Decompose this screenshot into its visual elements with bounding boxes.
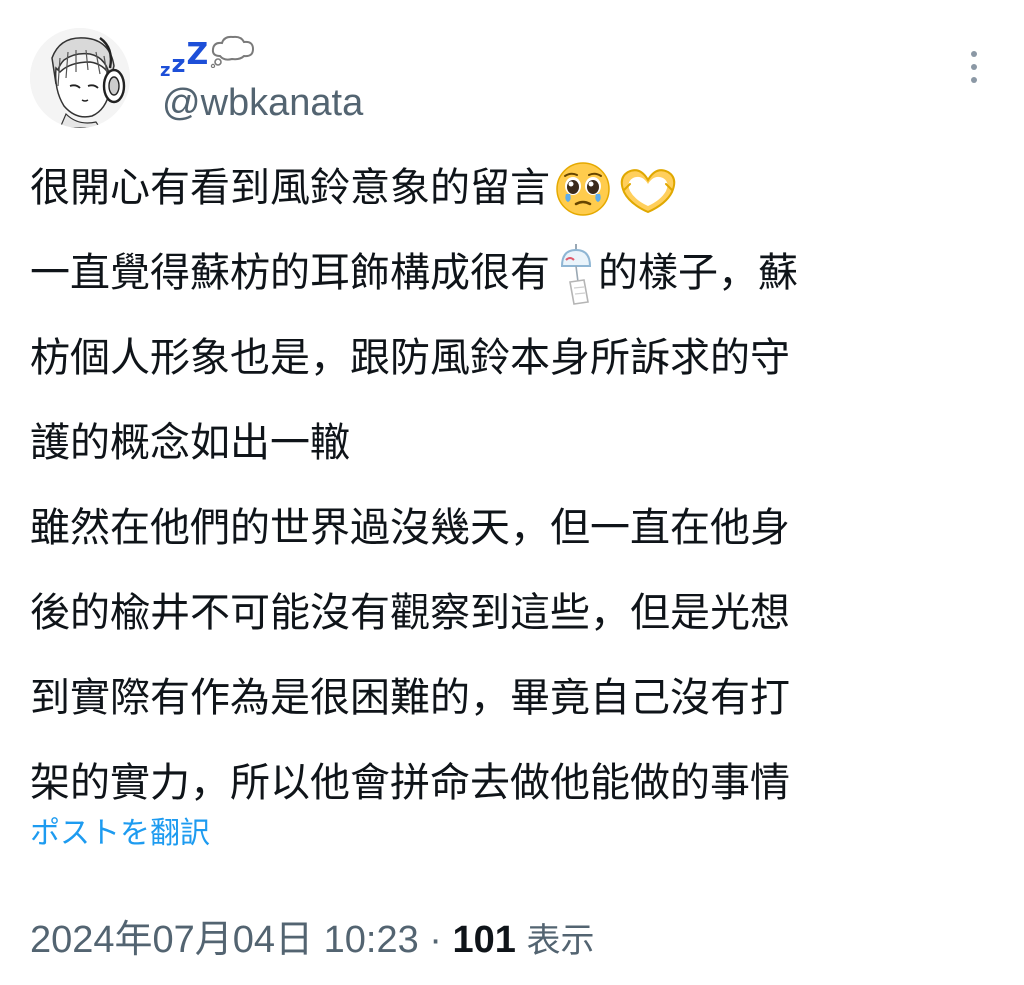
vertical-ellipsis-icon — [971, 77, 977, 83]
tweet-header: z z Z @wbkanata — [0, 0, 1024, 150]
heart-hands-emoji-icon — [620, 168, 676, 213]
zzz-letter: Z — [186, 37, 209, 72]
tweet-line-text: 一直覺得蘇枋的耳飾構成很有 — [30, 250, 550, 296]
zzz-text: z z Z — [160, 40, 208, 80]
zzz-letter: z — [171, 50, 186, 78]
tweet-line-text: 很開心有看到風鈴意象的留言 — [30, 165, 550, 211]
vertical-ellipsis-icon — [971, 51, 977, 57]
tweet-line: 後的楡井不可能沒有觀察到這些，但是光想 — [30, 571, 990, 656]
pleading-face-emoji-icon — [556, 161, 610, 216]
translate-post-link[interactable]: ポストを翻訳 — [30, 810, 210, 858]
manga-avatar-icon — [30, 28, 130, 128]
tweet-line-text: 護的概念如出一轍 — [30, 420, 350, 466]
tweet-line: 到實際有作為是很困難的，畢竟自己沒有打 — [30, 656, 990, 741]
tweet-line: 雖然在他們的世界過沒幾天，但一直在他身 — [30, 486, 990, 571]
zzz-letter: z — [160, 60, 171, 81]
tweet-line-text: 後的楡井不可能沒有觀察到這些，但是光想 — [30, 590, 790, 636]
tweet-line: 一直覺得蘇枋的耳飾構成很有 的樣子，蘇 — [30, 231, 990, 316]
timestamp-link[interactable]: 2024年07月04日 10:23 — [30, 919, 419, 961]
tweet-line: 護的概念如出一轍 — [30, 401, 990, 486]
tweet-line-text: 的樣子，蘇 — [598, 250, 798, 296]
display-name[interactable]: z z Z — [160, 24, 256, 80]
thought-balloon-icon — [211, 35, 255, 68]
more-options-button[interactable] — [954, 42, 994, 92]
avatar[interactable] — [30, 28, 130, 128]
tweet-line: 枋個人形象也是，跟防風鈴本身所訴求的守 — [30, 316, 990, 401]
tweet-meta: 2024年07月04日 10:23 · 101 表示 — [30, 914, 594, 967]
tweet-line-text: 到實際有作為是很困難的，畢竟自己沒有打 — [30, 675, 790, 721]
views-label: 表示 — [526, 921, 595, 961]
tweet-line-text: 枋個人形象也是，跟防風鈴本身所訴求的守 — [30, 335, 790, 381]
tweet-line: 很開心有看到風鈴意象的留言 — [30, 146, 990, 231]
meta-separator: · — [429, 919, 442, 961]
wind-chime-emoji-icon — [560, 243, 592, 305]
vertical-ellipsis-icon — [971, 64, 977, 70]
user-handle[interactable]: @wbkanata — [162, 80, 363, 126]
views-count: 101 — [452, 919, 516, 961]
tweet-line-text: 雖然在他們的世界過沒幾天，但一直在他身 — [30, 505, 790, 551]
tweet-text: 很開心有看到風鈴意象的留言 一直覺得蘇枋的耳飾構成很有 的樣子，蘇 枋個人形象也… — [30, 146, 990, 826]
